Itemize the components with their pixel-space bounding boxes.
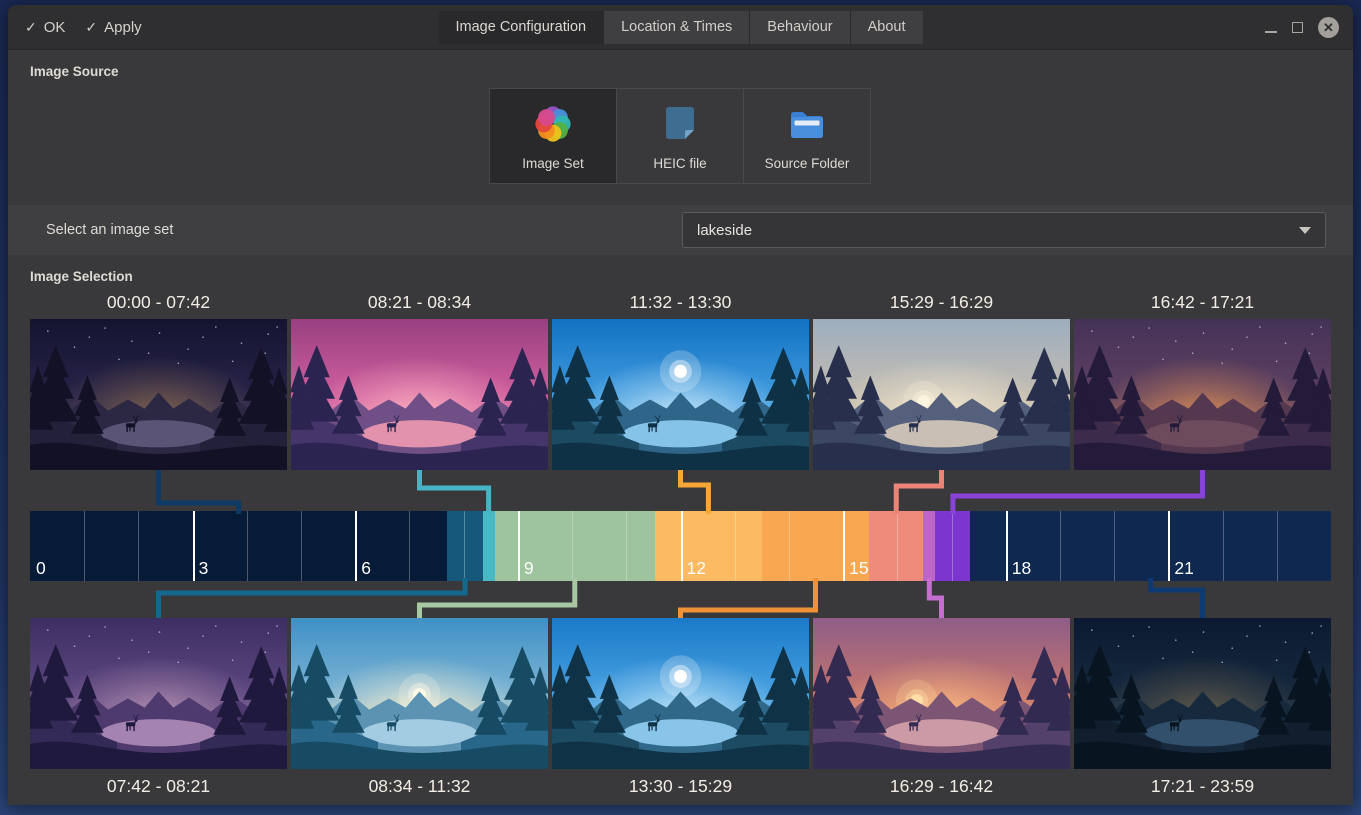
apply-button-label: Apply xyxy=(104,19,142,36)
thumbnail-bottom-1[interactable] xyxy=(30,618,287,769)
thumbnail-bottom-2[interactable] xyxy=(291,618,548,769)
thumbnail-bottom-5[interactable] xyxy=(1074,618,1331,769)
source-option-label: Source Folder xyxy=(765,156,850,171)
thumbnail-bottom-3[interactable] xyxy=(552,618,809,769)
bottom-time-labels: 07:42 - 08:2108:34 - 11:3213:30 - 15:291… xyxy=(30,769,1331,799)
image-set-dropdown-value: lakeside xyxy=(697,222,752,239)
timeline-segment-1642-1721[interactable] xyxy=(935,511,970,581)
timeline: 036912151821 xyxy=(30,511,1331,581)
image-source-heading: Image Source xyxy=(30,64,1353,79)
window-controls: ✕ xyxy=(1265,5,1339,50)
source-folder-icon xyxy=(784,101,830,147)
maximize-button[interactable] xyxy=(1292,22,1303,33)
time-range-label-top-4: 15:29 - 16:29 xyxy=(813,292,1070,319)
time-range-label-top-2: 08:21 - 08:34 xyxy=(291,292,548,319)
tab-about[interactable]: About xyxy=(850,11,923,44)
close-button[interactable]: ✕ xyxy=(1318,17,1339,38)
timeline-segment-1721-2359[interactable] xyxy=(970,511,1330,581)
time-range-label-bottom-5: 17:21 - 23:59 xyxy=(1074,776,1331,799)
timeline-segment-1529-1629[interactable] xyxy=(869,511,923,581)
thumbnail-bottom-4[interactable] xyxy=(813,618,1070,769)
select-image-set-label: Select an image set xyxy=(46,222,173,238)
time-range-label-top-5: 16:42 - 17:21 xyxy=(1074,292,1331,319)
image-set-select-row: Select an image set lakeside xyxy=(8,205,1353,255)
heic-file-icon xyxy=(657,101,703,147)
app-window: ✓ OK ✓ Apply Image ConfigurationLocation… xyxy=(8,5,1353,805)
ok-button-label: OK xyxy=(44,19,66,36)
ok-button[interactable]: ✓ OK xyxy=(25,19,65,36)
tab-location-times[interactable]: Location & Times xyxy=(603,11,749,44)
image-set-dropdown[interactable]: lakeside xyxy=(682,212,1326,248)
timeline-segment-0000-0742[interactable] xyxy=(30,511,447,581)
desktop: { "window": { "check_glyph": "✓", "ok_la… xyxy=(0,0,1361,815)
time-range-label-top-1: 00:00 - 07:42 xyxy=(30,292,287,319)
timeline-segment-0742-0821[interactable] xyxy=(447,511,482,581)
thumbnail-top-5[interactable] xyxy=(1074,319,1331,470)
tab-behaviour[interactable]: Behaviour xyxy=(749,11,849,44)
bottom-thumbnail-row xyxy=(30,618,1331,769)
timeline-segment-1629-1642[interactable] xyxy=(923,511,935,581)
image-source-options: Image Set HEIC file Source Folder xyxy=(8,88,1353,184)
source-option-label: Image Set xyxy=(522,156,584,171)
apply-button[interactable]: ✓ Apply xyxy=(85,19,141,36)
timeline-segment-1132-1330[interactable] xyxy=(655,511,762,581)
time-range-label-bottom-2: 08:34 - 11:32 xyxy=(291,776,548,799)
timeline-segment-1330-1529[interactable] xyxy=(762,511,869,581)
image-set-pinwheel-icon xyxy=(530,101,576,147)
thumbnail-top-3[interactable] xyxy=(552,319,809,470)
top-time-labels: 00:00 - 07:4208:21 - 08:3411:32 - 13:301… xyxy=(30,292,1331,319)
close-icon: ✕ xyxy=(1323,21,1334,34)
time-range-label-bottom-1: 07:42 - 08:21 xyxy=(30,776,287,799)
check-icon: ✓ xyxy=(25,19,37,36)
check-icon: ✓ xyxy=(85,19,97,36)
source-option-heic-file[interactable]: HEIC file xyxy=(616,88,744,184)
titlebar-actions: ✓ OK ✓ Apply xyxy=(8,19,142,36)
time-range-label-bottom-4: 16:29 - 16:42 xyxy=(813,776,1070,799)
timeline-segment-0821-0834[interactable] xyxy=(483,511,495,581)
time-range-label-top-3: 11:32 - 13:30 xyxy=(552,292,809,319)
timeline-segment-0834-1132[interactable] xyxy=(495,511,655,581)
source-option-image-set[interactable]: Image Set xyxy=(489,88,617,184)
image-selection-area: 00:00 - 07:4208:21 - 08:3411:32 - 13:301… xyxy=(30,292,1331,799)
thumbnail-top-4[interactable] xyxy=(813,319,1070,470)
thumbnail-top-2[interactable] xyxy=(291,319,548,470)
time-range-label-bottom-3: 13:30 - 15:29 xyxy=(552,776,809,799)
minimize-button[interactable] xyxy=(1265,31,1277,33)
titlebar: ✓ OK ✓ Apply Image ConfigurationLocation… xyxy=(8,5,1353,50)
tab-bar: Image ConfigurationLocation & TimesBehav… xyxy=(438,11,922,44)
thumbnail-top-1[interactable] xyxy=(30,319,287,470)
source-option-source-folder[interactable]: Source Folder xyxy=(743,88,871,184)
image-selection-heading: Image Selection xyxy=(30,269,1353,284)
source-option-label: HEIC file xyxy=(653,156,706,171)
top-thumbnail-row xyxy=(30,319,1331,470)
chevron-down-icon xyxy=(1299,227,1311,234)
tab-image-configuration[interactable]: Image Configuration xyxy=(438,11,603,44)
